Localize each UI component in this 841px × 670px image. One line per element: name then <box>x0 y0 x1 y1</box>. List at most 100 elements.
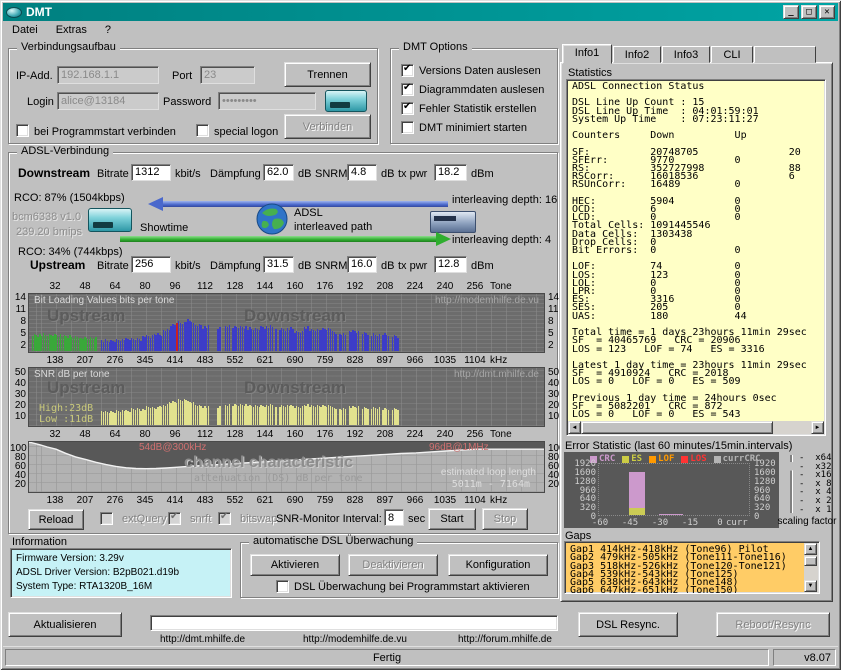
scaling-label-x1[interactable]: - x 1 <box>799 505 832 515</box>
link-url-0[interactable]: http://dmt.mhilfe.de <box>160 634 245 645</box>
downstream-label: Downstream <box>18 166 90 180</box>
txpwr-label: tx pwr <box>398 260 427 272</box>
stop-button[interactable]: Stop <box>482 508 528 530</box>
minimize-button[interactable]: _ <box>783 5 799 19</box>
error-x-curr-label: curr <box>726 518 748 528</box>
snr-chart: SNR dB per tone http://dmt.mhilfe.de Ups… <box>28 367 545 427</box>
snrm-label: SNRM <box>315 260 347 272</box>
tab-blank[interactable] <box>754 46 816 63</box>
menu-item-extras[interactable]: Extras <box>47 22 96 38</box>
menu-bar: DateiExtras? <box>3 21 838 39</box>
link-url-1[interactable]: http://modemhilfe.de.vu <box>303 634 407 645</box>
snrft-checkbox[interactable] <box>168 512 181 525</box>
error-y-label: 1920 <box>754 459 776 469</box>
start-button[interactable]: Start <box>428 508 476 530</box>
trennen-button[interactable]: Trennen <box>284 62 371 87</box>
extquery-checkbox[interactable] <box>100 512 113 525</box>
y-axis-label: 14 <box>548 292 559 303</box>
v-scroll-thumb[interactable] <box>804 556 817 566</box>
window-title: DMT <box>26 5 781 19</box>
scroll-down-button[interactable]: ▼ <box>804 580 817 592</box>
tab-info2[interactable]: Info2 <box>613 46 661 63</box>
dmt-option-checkbox[interactable] <box>401 102 414 115</box>
error-x-label: -45 <box>620 518 640 528</box>
axis-unit-label: kHz <box>490 495 507 506</box>
dsl-resync-button[interactable]: DSL Resync. <box>578 612 678 637</box>
axis-tick: 96 <box>169 281 180 292</box>
bitloading-url: http://modemhilfe.de.vu <box>435 295 539 306</box>
bitswap-checkbox[interactable] <box>218 512 231 525</box>
gaps-box[interactable]: Gap1 414kHz-418kHz (Tone96) Pilot Gap2 4… <box>564 541 820 594</box>
slider-thumb[interactable] <box>785 462 798 471</box>
h-scrollbar[interactable]: ◄ ► <box>568 421 824 434</box>
tab-cli[interactable]: CLI <box>711 46 753 63</box>
y-axis-label: 2 <box>10 340 26 351</box>
bitrate-label: Bitrate <box>97 168 129 180</box>
reload-button[interactable]: Reload <box>28 509 84 530</box>
chart-bar <box>345 409 346 425</box>
axis-tick: 176 <box>317 281 334 292</box>
error-x-label: -60 <box>590 518 610 528</box>
maximize-button[interactable]: □ <box>801 5 817 19</box>
special-logon-label: special logon <box>214 126 278 138</box>
y-axis-label: 40 <box>10 378 26 389</box>
autostart-checkbox[interactable] <box>16 124 29 137</box>
link-url-2[interactable]: http://forum.mhilfe.de <box>458 634 552 645</box>
axis-tick: 828 <box>347 355 364 366</box>
port-input[interactable] <box>200 66 255 84</box>
daempfung-label: Dämpfung <box>210 168 261 180</box>
axis-tick: 112 <box>197 429 213 440</box>
dmt-option-checkbox[interactable] <box>401 121 414 134</box>
dmt-option-row: Fehler Statistik erstellen <box>401 100 536 118</box>
dmt-option-checkbox[interactable] <box>401 83 414 96</box>
y-axis-label: 50 <box>10 367 26 378</box>
h-scroll-thumb[interactable] <box>581 421 773 434</box>
ueberwachung-checkbox[interactable] <box>276 580 289 593</box>
watermark-upstream: Upstream <box>47 378 125 398</box>
loop-length-value: 5011m - 7164m <box>452 479 530 490</box>
y-axis-label: 10 <box>548 411 559 422</box>
konfiguration-button[interactable]: Konfiguration <box>448 554 548 576</box>
title-bar[interactable]: DMT _ □ ✕ <box>3 3 838 21</box>
modem-icon <box>325 90 367 112</box>
statistics-box[interactable]: ADSL Connection Status DSL Line Up Count… <box>566 79 826 436</box>
chart-bar <box>358 331 359 351</box>
error-y-label: 0 <box>754 512 759 522</box>
password-input[interactable] <box>218 92 316 110</box>
scroll-right-button[interactable]: ► <box>811 421 824 434</box>
aktivieren-button[interactable]: Aktivieren <box>250 554 340 576</box>
port-label: Port <box>172 70 192 82</box>
chart-bar <box>379 334 380 351</box>
menu-item-[interactable]: ? <box>96 22 120 38</box>
tab-info3[interactable]: Info3 <box>662 46 710 63</box>
v-scrollbar[interactable]: ▲ ▼ <box>804 543 818 592</box>
scroll-left-button[interactable]: ◄ <box>568 421 581 434</box>
tab-info1[interactable]: Info1 <box>562 44 612 64</box>
error-chart: CRCESLOFLOScurrCRC 003203206406409609601… <box>564 452 779 528</box>
firmware-version: Firmware Version: 3.29v <box>16 553 124 564</box>
verbinden-button[interactable]: Verbinden <box>284 114 371 139</box>
axis-tick: 207 <box>77 495 94 506</box>
special-logon-checkbox[interactable] <box>196 124 209 137</box>
interval-input[interactable] <box>384 509 404 526</box>
showtime-label: Showtime <box>140 222 188 234</box>
close-button[interactable]: ✕ <box>819 5 835 19</box>
axis-tick: 1104 <box>464 495 486 506</box>
pilot-tone-bar <box>176 323 178 351</box>
menu-item-datei[interactable]: Datei <box>3 22 47 38</box>
login-input[interactable] <box>57 92 159 110</box>
globe-icon <box>256 203 288 235</box>
deaktivieren-button[interactable]: Deaktivieren <box>348 554 438 576</box>
channel-chart: 54dB@300kHz 96dB@1MHz channel characteri… <box>28 441 545 493</box>
dmt-option-checkbox[interactable] <box>401 64 414 77</box>
reboot-resync-button[interactable]: Reboot/Resync <box>716 612 830 637</box>
scroll-up-button[interactable]: ▲ <box>804 543 817 555</box>
extquery-label: extQuery <box>122 513 167 525</box>
chart-bar <box>208 406 209 425</box>
axis-tick: 240 <box>437 429 454 440</box>
y-axis-label: 20 <box>10 479 26 490</box>
upstream-daempfung: 31.5 <box>263 256 294 273</box>
ip-input[interactable] <box>57 66 159 84</box>
axis-tick: 144 <box>257 429 274 440</box>
scaling-caption: scaling factor <box>774 516 840 527</box>
